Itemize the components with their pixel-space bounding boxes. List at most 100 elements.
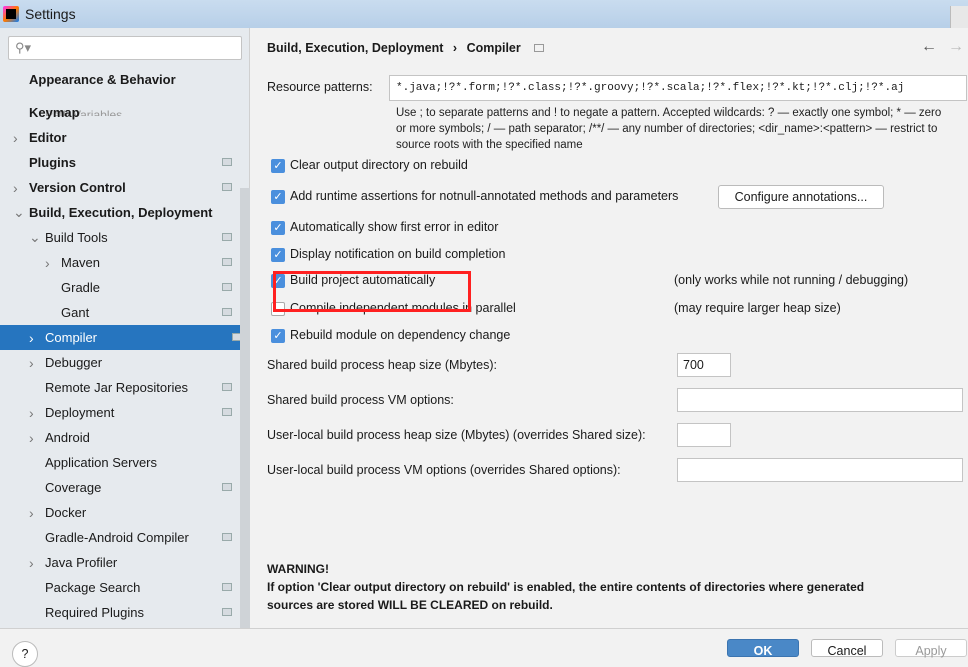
sidebar-item[interactable]: › Editor <box>0 125 240 150</box>
chevron-right-icon[interactable]: › <box>29 555 34 571</box>
project-level-icon <box>222 383 232 391</box>
sidebar-item-label: Compiler <box>45 330 98 345</box>
breadcrumb: Build, Execution, Deployment › Compiler <box>267 41 545 55</box>
sidebar-item[interactable]: Package Search <box>0 575 240 600</box>
sidebar-item[interactable]: ⌄ Build Tools <box>0 225 240 250</box>
window-title: Settings <box>25 6 76 22</box>
search-icon: ⚲▾ <box>15 40 32 55</box>
chevron-down-icon[interactable]: ⌄ <box>13 204 25 221</box>
field-input[interactable] <box>677 388 963 412</box>
breadcrumb-parent[interactable]: Build, Execution, Deployment <box>267 41 443 55</box>
project-level-icon <box>222 483 232 491</box>
sidebar-item[interactable]: Gradle-Android Compiler <box>0 525 240 550</box>
sidebar-item[interactable]: › Docker <box>0 500 240 525</box>
sidebar-item[interactable]: › Compiler <box>0 325 250 350</box>
checkbox[interactable]: ✓ <box>271 221 285 235</box>
warning: WARNING! If option 'Clear output director… <box>267 562 865 612</box>
project-level-icon <box>222 408 232 416</box>
sidebar-item[interactable]: Application Servers <box>0 450 240 475</box>
chevron-right-icon[interactable]: › <box>13 180 18 196</box>
sidebar-item-label: Android <box>45 430 90 445</box>
breadcrumb-current: Compiler <box>466 41 521 55</box>
checkbox[interactable]: ✓ <box>271 329 285 343</box>
apply-button[interactable]: Apply <box>895 639 967 658</box>
chevron-right-icon[interactable]: › <box>29 505 34 521</box>
configure-annotations-button[interactable]: Configure annotations... <box>718 185 884 209</box>
sidebar-item[interactable]: Remote Jar Repositories <box>0 375 240 400</box>
chevron-right-icon[interactable]: › <box>45 255 50 271</box>
field-input[interactable]: 700 <box>677 353 731 377</box>
search-input[interactable]: ⚲▾ <box>8 36 242 60</box>
sidebar-item-label: Keymap <box>29 105 80 120</box>
resource-patterns-input[interactable]: *.java;!?*.form;!?*.class;!?*.groovy;!?*… <box>389 75 967 101</box>
sidebar-item[interactable]: › Version Control <box>0 175 240 200</box>
sidebar-item-label: Gant <box>61 305 90 320</box>
project-level-icon <box>222 283 232 291</box>
cancel-button[interactable]: Cancel <box>811 639 883 658</box>
sidebar-item-label: Remote Jar Repositories <box>45 380 189 395</box>
resource-patterns-label: Resource patterns: <box>267 80 373 94</box>
project-level-icon <box>222 233 232 241</box>
sidebar-item-label: Debugger <box>45 355 103 370</box>
sidebar-item[interactable]: Gant <box>0 300 240 325</box>
project-level-icon <box>222 583 232 591</box>
sidebar-item-label: Appearance & Behavior <box>29 72 176 87</box>
sidebar-item-label: Coverage <box>45 480 102 495</box>
option-note: (only works while not running / debuggin… <box>674 273 909 287</box>
sidebar-item-label: Docker <box>45 505 87 520</box>
chevron-right-icon[interactable]: › <box>29 355 34 371</box>
option-label[interactable]: Automatically show first error in editor <box>290 220 498 234</box>
back-arrow-icon[interactable]: ← <box>921 38 937 56</box>
sidebar-scrollbar[interactable] <box>240 188 250 628</box>
forward-arrow-icon[interactable]: → <box>948 38 964 56</box>
ok-button[interactable]: OK <box>727 639 799 658</box>
sidebar-item[interactable]: Required Plugins <box>0 600 240 625</box>
sidebar-item[interactable]: ⌄ Build, Execution, Deployment <box>0 200 240 225</box>
checkbox[interactable]: ✓ <box>271 248 285 262</box>
sidebar-item-label: Build, Execution, Deployment <box>29 205 213 220</box>
option-note: (may require larger heap size) <box>674 301 841 315</box>
option-label[interactable]: Clear output directory on rebuild <box>290 158 468 172</box>
chevron-right-icon[interactable]: › <box>29 330 34 346</box>
help-button[interactable]: ? <box>12 641 38 667</box>
project-level-icon <box>222 183 232 191</box>
sidebar-item[interactable]: Keymap <box>0 100 240 125</box>
sidebar-item-label: Gradle <box>61 280 101 295</box>
project-level-icon <box>222 533 232 541</box>
sidebar-item-label: Plugins <box>29 155 76 170</box>
field-label: User-local build process heap size (Mbyt… <box>267 428 646 442</box>
sidebar-item-label: Gradle-Android Compiler <box>45 530 189 545</box>
dialog-footer: ? OK Cancel Apply <box>0 628 968 667</box>
compiler-panel: Build, Execution, Deployment › Compiler … <box>251 28 968 628</box>
field-label: Shared build process heap size (Mbytes): <box>267 358 497 372</box>
chevron-right-icon[interactable]: › <box>29 430 34 446</box>
sidebar-item[interactable]: › Java Profiler <box>0 550 240 575</box>
sidebar-item-label: Required Plugins <box>45 605 145 620</box>
option-label[interactable]: Display notification on build completion <box>290 247 505 261</box>
chevron-down-icon[interactable]: ⌄ <box>29 229 41 246</box>
title-bar: Settings <box>0 0 968 28</box>
sidebar-item[interactable]: › Maven <box>0 250 240 275</box>
chevron-right-icon[interactable]: › <box>13 130 18 146</box>
project-level-icon <box>222 158 232 166</box>
project-icon <box>534 44 545 52</box>
sidebar-item-label: Build Tools <box>45 230 108 245</box>
project-level-icon <box>222 308 232 316</box>
checkbox[interactable]: ✓ <box>271 190 285 204</box>
sidebar-item[interactable]: Appearance & Behavior <box>0 67 240 92</box>
sidebar-item[interactable]: Coverage <box>0 475 240 500</box>
sidebar-item-label: Deployment <box>45 405 115 420</box>
sidebar-item[interactable]: Gradle <box>0 275 240 300</box>
field-input[interactable] <box>677 458 963 482</box>
sidebar-item[interactable]: › Android <box>0 425 240 450</box>
sidebar-item[interactable]: Plugins <box>0 150 240 175</box>
option-label[interactable]: Rebuild module on dependency change <box>290 328 510 342</box>
sidebar-item[interactable]: › Deployment <box>0 400 240 425</box>
field-input[interactable] <box>677 423 731 447</box>
sidebar-item-label: Java Profiler <box>45 555 118 570</box>
sidebar-item[interactable]: › Debugger <box>0 350 240 375</box>
option-label[interactable]: Add runtime assertions for notnull-annot… <box>290 189 678 203</box>
close-button[interactable] <box>950 6 968 28</box>
chevron-right-icon[interactable]: › <box>29 405 34 421</box>
checkbox[interactable]: ✓ <box>271 159 285 173</box>
